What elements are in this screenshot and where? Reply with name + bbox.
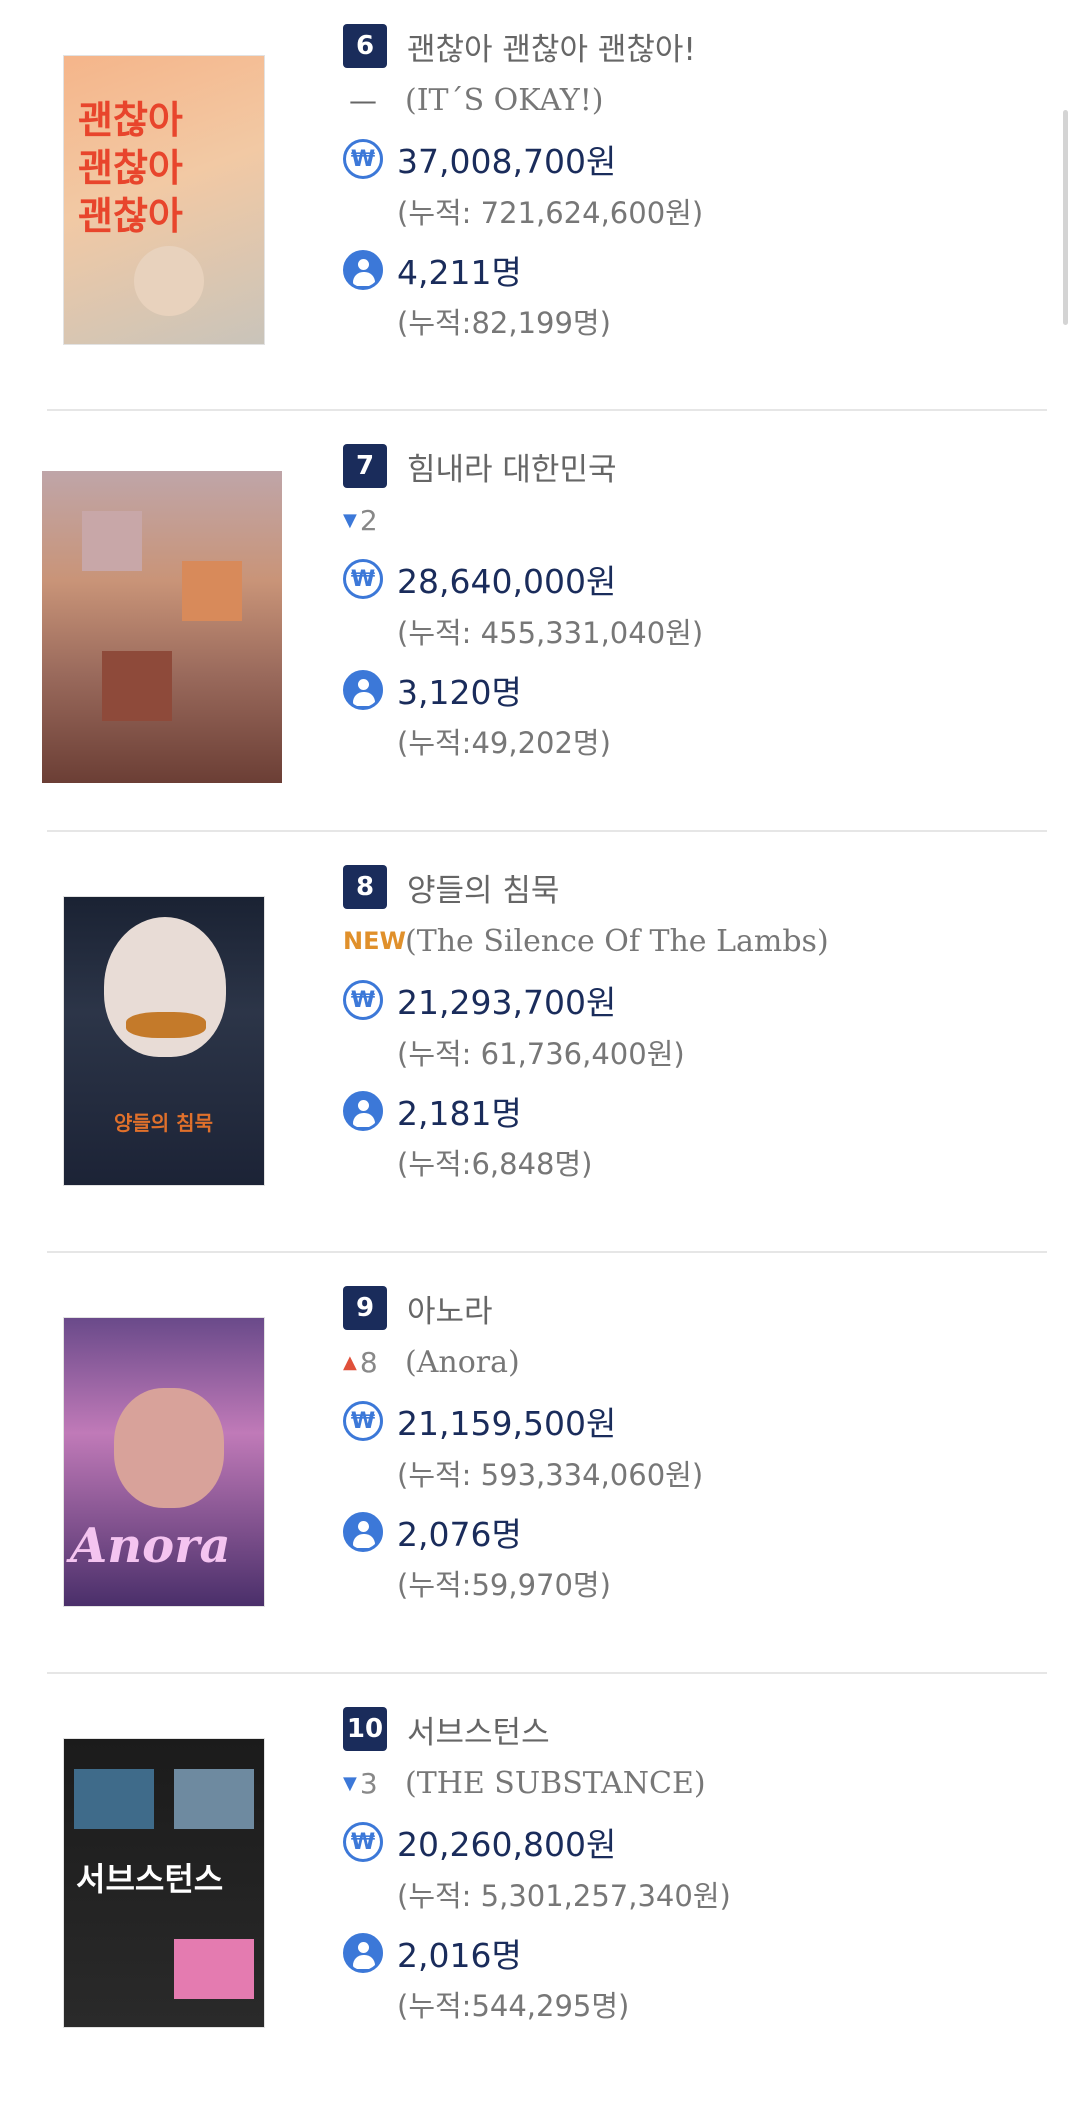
poster-blur-block bbox=[82, 511, 142, 571]
movie-title[interactable]: 힘내라 대한민국 bbox=[407, 444, 617, 489]
revenue-cumulative: (누적: 455,331,040원) bbox=[397, 616, 704, 650]
revenue-stat: ₩ 21,159,500원 bbox=[343, 1398, 616, 1444]
arrow-down-icon: ▼ bbox=[343, 1772, 357, 1794]
no-change-dash: — bbox=[349, 83, 377, 117]
poster-blur-block bbox=[182, 561, 242, 621]
revenue-cumulative: (누적: 593,334,060원) bbox=[397, 1458, 704, 1492]
poster-title-text: 서브스턴스 bbox=[76, 1860, 224, 1898]
poster-figure bbox=[134, 246, 204, 316]
rank-change: — bbox=[343, 84, 405, 117]
english-title: (IT´S OKAY!) bbox=[405, 82, 604, 118]
revenue-value: 28,640,000원 bbox=[397, 562, 617, 601]
poster-tile bbox=[74, 1769, 154, 1829]
poster-tile bbox=[174, 1939, 254, 1999]
revenue-stat: ₩ 20,260,800원 bbox=[343, 1819, 616, 1865]
audience-stat: 2,076명 bbox=[343, 1509, 522, 1555]
audience-value: 3,120명 bbox=[397, 673, 522, 712]
arrow-down-icon: ▼ bbox=[343, 509, 357, 531]
audience-stat: 4,211명 bbox=[343, 247, 522, 293]
won-coin-icon: ₩ bbox=[343, 139, 383, 179]
movie-item[interactable]: Anora 9 아노라 ▲ 8 (Anora) ₩ 21,159,500원 (누… bbox=[47, 1262, 1047, 1684]
won-coin-icon: ₩ bbox=[343, 1401, 383, 1441]
revenue-cumulative: (누적: 721,624,600원) bbox=[397, 196, 704, 230]
revenue-stat: ₩ 28,640,000원 bbox=[343, 556, 616, 602]
revenue-value: 37,008,700원 bbox=[397, 142, 617, 181]
person-icon bbox=[343, 1933, 383, 1973]
rank-change-value: 8 bbox=[359, 1345, 378, 1379]
english-title: (THE SUBSTANCE) bbox=[405, 1765, 706, 1801]
movie-title[interactable]: 양들의 침묵 bbox=[407, 865, 559, 910]
rank-change: ▲ 8 bbox=[343, 1346, 405, 1379]
divider bbox=[47, 830, 1047, 832]
person-icon bbox=[343, 1091, 383, 1131]
person-icon bbox=[343, 670, 383, 710]
divider bbox=[47, 1672, 1047, 1674]
movie-poster[interactable]: 서브스턴스 bbox=[63, 1738, 265, 2028]
audience-stat: 3,120명 bbox=[343, 667, 522, 713]
revenue-value: 21,159,500원 bbox=[397, 1404, 617, 1443]
movie-title[interactable]: 아노라 bbox=[407, 1286, 493, 1331]
scrollbar[interactable] bbox=[1063, 110, 1068, 325]
poster-title-text: Anora bbox=[70, 1518, 231, 1574]
revenue-value: 21,293,700원 bbox=[397, 983, 617, 1022]
revenue-stat: ₩ 21,293,700원 bbox=[343, 977, 616, 1023]
audience-value: 2,076명 bbox=[397, 1515, 522, 1554]
audience-stat: 2,181명 bbox=[343, 1088, 522, 1134]
divider bbox=[47, 1251, 1047, 1253]
revenue-cumulative: (누적: 5,301,257,340원) bbox=[397, 1879, 731, 1913]
audience-stat: 2,016명 bbox=[343, 1930, 522, 1976]
won-coin-icon: ₩ bbox=[343, 980, 383, 1020]
audience-cumulative: (누적:59,970명) bbox=[397, 1568, 611, 1602]
rank-change: ▼ 3 bbox=[343, 1767, 405, 1800]
rank-change: NEW bbox=[343, 927, 406, 955]
rank-badge: 6 bbox=[343, 24, 387, 68]
rank-change-value: 3 bbox=[359, 1766, 378, 1800]
revenue-stat: ₩ 37,008,700원 bbox=[343, 136, 616, 182]
movie-poster[interactable]: 양들의 침묵 bbox=[63, 896, 265, 1186]
revenue-value: 20,260,800원 bbox=[397, 1825, 617, 1864]
audience-value: 4,211명 bbox=[397, 253, 522, 292]
audience-cumulative: (누적:544,295명) bbox=[397, 1989, 630, 2023]
movie-title[interactable]: 서브스턴스 bbox=[407, 1707, 550, 1752]
person-icon bbox=[343, 250, 383, 290]
poster-title-text: 괜찮아 괜찮아 괜찮아 bbox=[78, 98, 183, 238]
rank-badge: 10 bbox=[343, 1707, 387, 1751]
poster-tile bbox=[174, 1769, 254, 1829]
poster-title-text: 양들의 침묵 bbox=[114, 1111, 213, 1135]
revenue-cumulative: (누적: 61,736,400원) bbox=[397, 1037, 685, 1071]
rank-badge: 8 bbox=[343, 865, 387, 909]
rank-change-value: 2 bbox=[359, 503, 378, 537]
person-icon bbox=[343, 1512, 383, 1552]
movie-title[interactable]: 괜찮아 괜찮아 괜찮아! bbox=[407, 24, 696, 69]
audience-value: 2,016명 bbox=[397, 1936, 522, 1975]
movie-item[interactable]: 7 힘내라 대한민국 ▼ 2 ₩ 28,640,000원 (누적: 455,33… bbox=[42, 420, 1047, 842]
movie-item[interactable]: 양들의 침묵 8 양들의 침묵 NEW (The Silence Of The … bbox=[47, 841, 1047, 1263]
movie-poster[interactable]: 괜찮아 괜찮아 괜찮아 bbox=[63, 55, 265, 345]
audience-cumulative: (누적:6,848명) bbox=[397, 1147, 593, 1181]
rank-badge: 9 bbox=[343, 1286, 387, 1330]
poster-figure bbox=[114, 1388, 224, 1508]
won-coin-icon: ₩ bbox=[343, 1822, 383, 1862]
movie-item[interactable]: 서브스턴스 10 서브스턴스 ▼ 3 (THE SUBSTANCE) ₩ 20,… bbox=[47, 1683, 1047, 2105]
audience-cumulative: (누적:82,199명) bbox=[397, 306, 611, 340]
divider bbox=[47, 409, 1047, 411]
movie-poster[interactable]: Anora bbox=[63, 1317, 265, 1607]
poster-blur-block bbox=[102, 651, 172, 721]
audience-cumulative: (누적:49,202명) bbox=[397, 726, 611, 760]
movie-poster[interactable] bbox=[42, 471, 282, 783]
audience-value: 2,181명 bbox=[397, 1094, 522, 1133]
won-coin-icon: ₩ bbox=[343, 559, 383, 599]
arrow-up-icon: ▲ bbox=[343, 1351, 357, 1373]
english-title: (Anora) bbox=[405, 1344, 520, 1380]
new-badge: NEW bbox=[343, 927, 406, 955]
movie-item[interactable]: 괜찮아 괜찮아 괜찮아 6 괜찮아 괜찮아 괜찮아! — (IT´S OKAY!… bbox=[47, 0, 1047, 422]
english-title: (The Silence Of The Lambs) bbox=[405, 923, 829, 959]
rank-badge: 7 bbox=[343, 444, 387, 488]
rank-change: ▼ 2 bbox=[343, 504, 405, 537]
poster-moth bbox=[126, 1012, 206, 1038]
